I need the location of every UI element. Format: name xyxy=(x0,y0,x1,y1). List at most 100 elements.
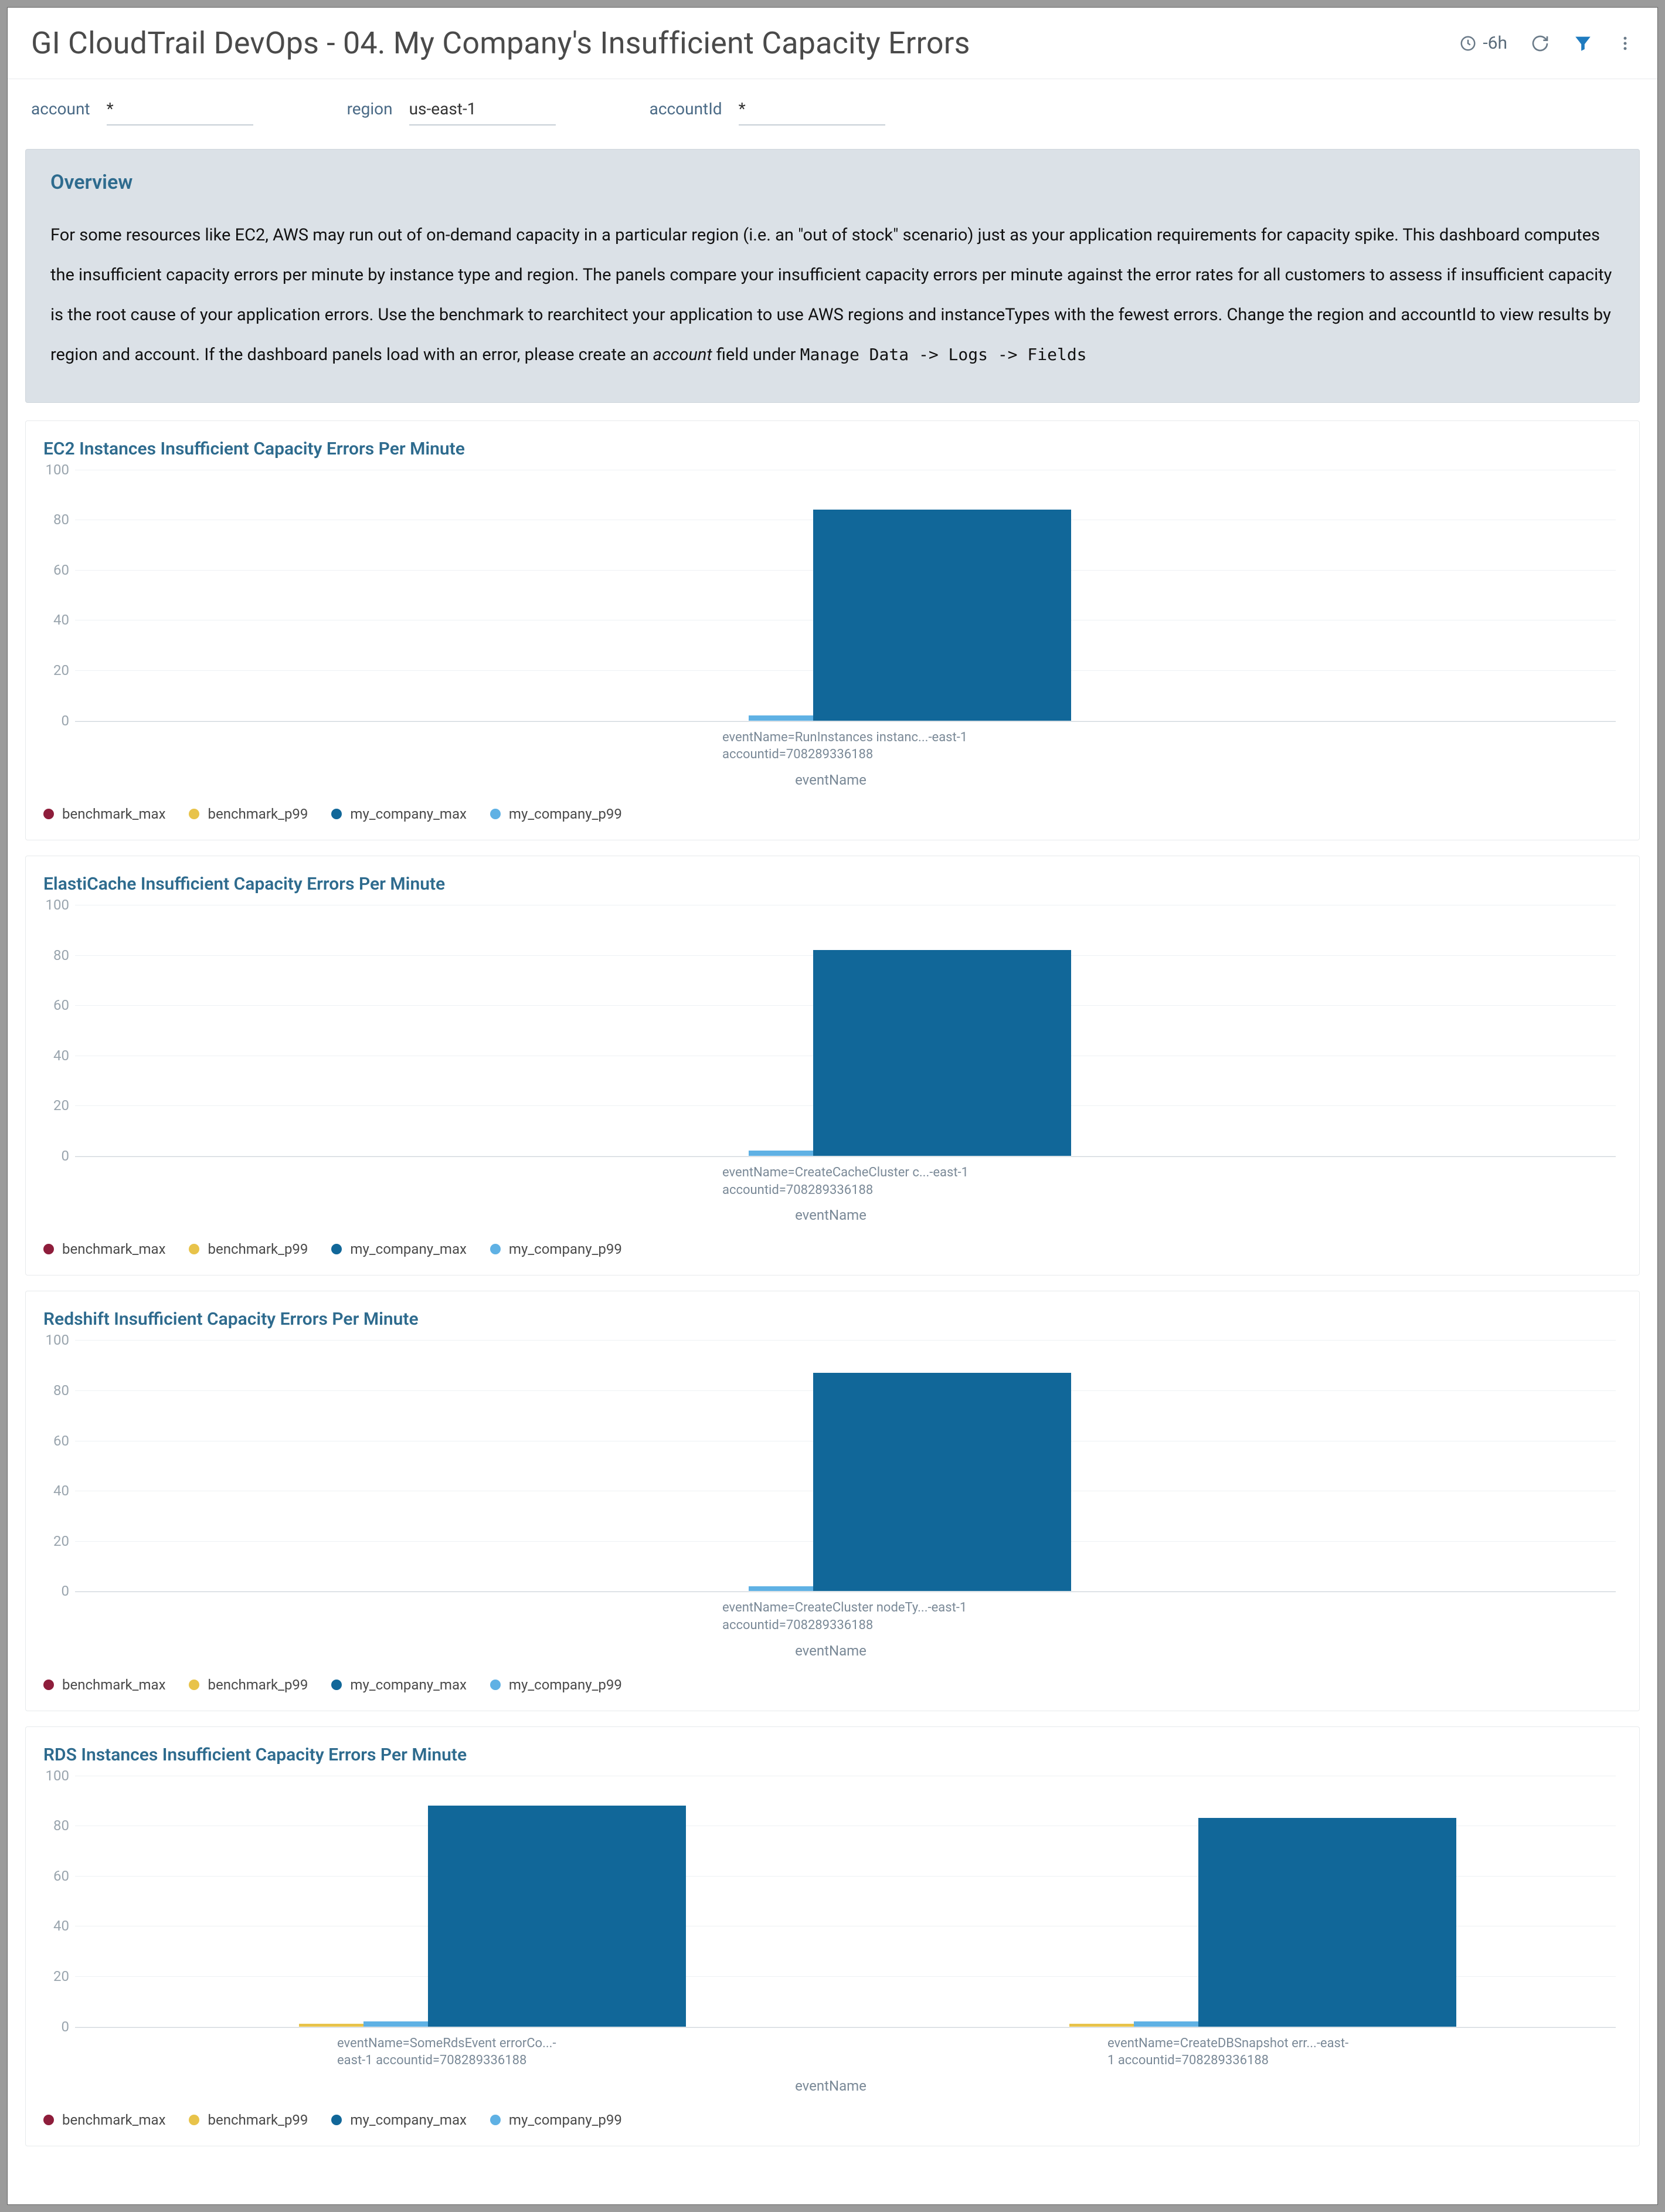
category-col: eventName=RunInstances instanc...-east-1… xyxy=(75,722,1616,764)
legend-label: benchmark_max xyxy=(62,1677,165,1693)
y-tick-label: 0 xyxy=(40,2018,69,2035)
y-tick-label: 0 xyxy=(40,1583,69,1599)
legend-swatch xyxy=(43,1680,54,1690)
bar-groups xyxy=(75,905,1616,1156)
y-tick-label: 20 xyxy=(40,662,69,678)
legend-item-benchmark_max[interactable]: benchmark_max xyxy=(43,806,165,822)
bar-my_company_max[interactable] xyxy=(813,950,1071,1156)
bar-my_company_max[interactable] xyxy=(813,1373,1071,1591)
y-tick-label: 100 xyxy=(40,1767,69,1784)
chart-title: RDS Instances Insufficient Capacity Erro… xyxy=(40,1745,1622,1765)
chart-legend: benchmark_max benchmark_p99 my_company_max… xyxy=(40,788,1622,828)
legend-item-my_company_p99[interactable]: my_company_p99 xyxy=(490,1677,622,1693)
bar-group xyxy=(845,1776,1616,2027)
bar-my_company_max[interactable] xyxy=(428,1806,686,2027)
legend-item-my_company_p99[interactable]: my_company_p99 xyxy=(490,2112,622,2128)
category-label: eventName=RunInstances instanc...-east-1… xyxy=(722,722,969,764)
bar-groups xyxy=(75,1776,1616,2027)
legend-item-benchmark_max[interactable]: benchmark_max xyxy=(43,1241,165,1257)
y-tick-label: 0 xyxy=(40,1148,69,1164)
y-tick-label: 60 xyxy=(40,997,69,1013)
chart-panel-redshift: Redshift Insufficient Capacity Errors Pe… xyxy=(25,1291,1640,1711)
y-tick-label: 60 xyxy=(40,1868,69,1884)
legend-item-benchmark_p99[interactable]: benchmark_p99 xyxy=(189,806,308,822)
bar-my_company_max[interactable] xyxy=(1198,1818,1456,2026)
filter-label: accountId xyxy=(650,99,722,118)
filter-region[interactable]: region us-east-1 xyxy=(347,96,556,125)
legend-label: benchmark_p99 xyxy=(208,1241,308,1257)
category-labels: eventName=CreateCluster nodeTy...-east-1… xyxy=(75,1592,1616,1634)
filter-accountid[interactable]: accountId * xyxy=(650,96,885,125)
legend-swatch xyxy=(189,809,199,819)
bar-my_company_max[interactable] xyxy=(813,510,1071,721)
legend-item-benchmark_p99[interactable]: benchmark_p99 xyxy=(189,1241,308,1257)
refresh-icon[interactable] xyxy=(1531,34,1550,53)
legend-swatch xyxy=(490,1680,501,1690)
chart-panel-ec2: EC2 Instances Insufficient Capacity Erro… xyxy=(25,420,1640,840)
bar-benchmark_p99[interactable] xyxy=(1069,2024,1134,2026)
bar-my_company_p99[interactable] xyxy=(363,2021,428,2027)
legend-item-my_company_max[interactable]: my_company_max xyxy=(331,806,467,822)
legend-label: my_company_p99 xyxy=(509,806,622,822)
y-tick-label: 40 xyxy=(40,1482,69,1499)
y-tick-label: 20 xyxy=(40,1968,69,1984)
plot-area: 020406080100 xyxy=(75,1340,1616,1592)
legend-item-my_company_max[interactable]: my_company_max xyxy=(331,1677,467,1693)
legend-item-benchmark_p99[interactable]: benchmark_p99 xyxy=(189,1677,308,1693)
legend-item-my_company_max[interactable]: my_company_max xyxy=(331,2112,467,2128)
filter-value[interactable]: us-east-1 xyxy=(409,96,556,125)
legend-swatch xyxy=(490,2115,501,2125)
y-tick-label: 40 xyxy=(40,1918,69,1934)
y-tick-label: 60 xyxy=(40,562,69,578)
legend-swatch xyxy=(490,809,501,819)
plot-area: 020406080100 xyxy=(75,470,1616,722)
y-tick-label: 80 xyxy=(40,947,69,963)
chart-panel-rds: RDS Instances Insufficient Capacity Erro… xyxy=(25,1726,1640,2146)
kebab-menu-icon[interactable] xyxy=(1616,35,1634,52)
bar-my_company_p99[interactable] xyxy=(749,715,813,721)
legend-item-my_company_max[interactable]: my_company_max xyxy=(331,1241,467,1257)
y-tick-label: 20 xyxy=(40,1533,69,1549)
filter-bar: account * region us-east-1 accountId * xyxy=(8,79,1657,149)
legend-label: my_company_p99 xyxy=(509,2112,622,2128)
filter-icon[interactable] xyxy=(1573,33,1593,53)
legend-swatch xyxy=(331,1244,342,1254)
time-range-picker[interactable]: -6h xyxy=(1459,33,1507,53)
category-label: eventName=SomeRdsEvent errorCo...-east-1… xyxy=(337,2028,583,2069)
x-axis-label: eventName xyxy=(40,1207,1622,1223)
bar-my_company_p99[interactable] xyxy=(1134,2021,1198,2027)
bar-benchmark_p99[interactable] xyxy=(299,2024,363,2026)
legend-swatch xyxy=(189,1244,199,1254)
legend-item-my_company_p99[interactable]: my_company_p99 xyxy=(490,806,622,822)
category-col: eventName=CreateCacheCluster c...-east-1… xyxy=(75,1157,1616,1199)
legend-item-benchmark_max[interactable]: benchmark_max xyxy=(43,1677,165,1693)
y-tick-label: 60 xyxy=(40,1433,69,1449)
chart-legend: benchmark_max benchmark_p99 my_company_max… xyxy=(40,1223,1622,1263)
category-labels: eventName=SomeRdsEvent errorCo...-east-1… xyxy=(75,2028,1616,2069)
overview-panel: Overview For some resources like EC2, AW… xyxy=(25,149,1640,403)
y-tick-label: 80 xyxy=(40,1382,69,1399)
chart-legend: benchmark_max benchmark_p99 my_company_max… xyxy=(40,1659,1622,1699)
filter-value[interactable]: * xyxy=(107,96,253,125)
gridline xyxy=(75,1591,1616,1592)
legend-label: benchmark_p99 xyxy=(208,806,308,822)
plot-area: 020406080100 xyxy=(75,1776,1616,2028)
charts-container: EC2 Instances Insufficient Capacity Erro… xyxy=(8,420,1657,2147)
x-axis-label: eventName xyxy=(40,772,1622,788)
filter-value[interactable]: * xyxy=(739,96,885,125)
legend-label: my_company_p99 xyxy=(509,1677,622,1693)
legend-item-benchmark_p99[interactable]: benchmark_p99 xyxy=(189,2112,308,2128)
filter-account[interactable]: account * xyxy=(31,96,253,125)
bar-my_company_p99[interactable] xyxy=(749,1151,813,1156)
chart-panel-elasticache: ElastiCache Insufficient Capacity Errors… xyxy=(25,856,1640,1275)
chart-title: EC2 Instances Insufficient Capacity Erro… xyxy=(40,439,1622,459)
bar-groups xyxy=(75,1340,1616,1591)
chart-title: Redshift Insufficient Capacity Errors Pe… xyxy=(40,1309,1622,1329)
legend-item-benchmark_max[interactable]: benchmark_max xyxy=(43,2112,165,2128)
bar-my_company_p99[interactable] xyxy=(749,1586,813,1592)
y-tick-label: 80 xyxy=(40,1817,69,1834)
bar-group xyxy=(75,1776,845,2027)
legend-item-my_company_p99[interactable]: my_company_p99 xyxy=(490,1241,622,1257)
category-label: eventName=CreateCacheCluster c...-east-1… xyxy=(722,1157,969,1199)
legend-label: my_company_max xyxy=(350,1677,467,1693)
